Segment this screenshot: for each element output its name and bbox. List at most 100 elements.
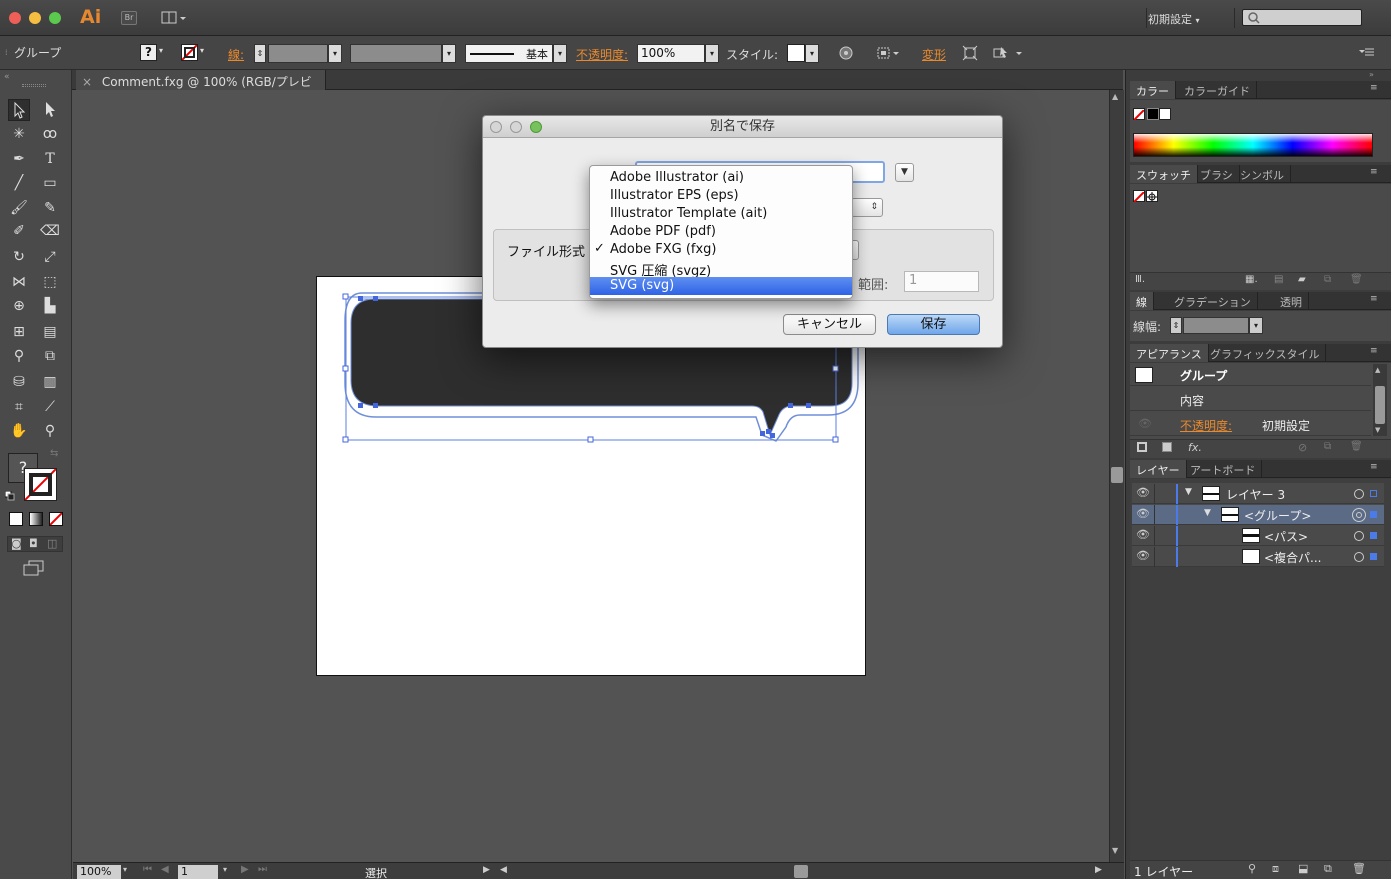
pencil-tool[interactable]: ✎	[39, 197, 61, 219]
tab-symbols[interactable]: シンボル	[1234, 165, 1291, 183]
status-menu-arrow[interactable]: ▶	[483, 865, 490, 875]
format-option-ai[interactable]: Adobe Illustrator (ai)	[590, 169, 852, 187]
last-artboard-button[interactable]: ⏭	[258, 864, 267, 875]
isolate-group-button[interactable]	[962, 45, 980, 64]
zoom-dropdown[interactable]: ▾	[123, 865, 127, 874]
target-circle-icon[interactable]	[1354, 531, 1364, 541]
stroke-weight-stepper[interactable]: ⇕	[254, 44, 266, 63]
format-option-pdf[interactable]: Adobe PDF (pdf)	[590, 223, 852, 241]
delete-item-icon[interactable]: 🗑	[1350, 441, 1363, 452]
width-tool[interactable]: ⋈	[8, 271, 30, 293]
file-format-menu[interactable]: Adobe Illustrator (ai) Illustrator EPS (…	[589, 165, 853, 299]
appearance-scroll-thumb[interactable]	[1375, 386, 1385, 424]
arrange-documents-button[interactable]	[160, 9, 188, 27]
swap-fill-stroke-icon[interactable]: ⇆	[50, 448, 58, 459]
graphic-style-swatch[interactable]	[787, 44, 805, 62]
slice-tool[interactable]: ⟋	[39, 396, 61, 418]
stroke-weight-stepper-panel[interactable]: ⇕	[1170, 317, 1182, 334]
swatch-libraries-icon[interactable]: Ⅲ.	[1135, 274, 1145, 285]
visibility-eye-icon[interactable]: 👁	[1136, 528, 1150, 541]
tab-color-guide[interactable]: カラーガイド	[1178, 81, 1257, 99]
recolor-artwork-button[interactable]	[838, 45, 854, 64]
stroke-weight-panel-dropdown[interactable]: ▾	[1249, 317, 1263, 334]
layer-name[interactable]: <複合パ...	[1264, 549, 1322, 566]
drawing-modes[interactable]: ◙ ◘ ◫	[7, 536, 63, 552]
paintbrush-tool[interactable]: 🖌	[8, 197, 30, 219]
layer-name[interactable]: レイヤー 3	[1226, 486, 1285, 503]
vertical-scrollbar[interactable]: ▲ ▼	[1109, 90, 1124, 863]
rectangle-tool[interactable]: ▭	[39, 172, 61, 194]
variable-width-dropdown[interactable]: ▾	[442, 44, 456, 63]
collapse-panels-button[interactable]: »	[1125, 70, 1391, 80]
symbol-sprayer-tool[interactable]: ⛁	[8, 371, 30, 393]
color-none-swatch[interactable]	[1133, 108, 1145, 121]
swatch-registration[interactable]	[1146, 190, 1158, 202]
dialog-zoom-button[interactable]	[530, 121, 542, 133]
graphic-style-dropdown[interactable]: ▾	[805, 44, 819, 63]
opacity-dropdown[interactable]: ▾	[705, 44, 719, 63]
gradient-mode-button[interactable]	[29, 512, 43, 526]
eraser-tool[interactable]: ⌫	[39, 220, 61, 242]
target-circle-icon[interactable]	[1354, 552, 1364, 562]
scroll-right-arrow[interactable]: ▶	[1095, 865, 1102, 875]
selection-indicator[interactable]	[1370, 532, 1377, 539]
scroll-down-arrow[interactable]: ▼	[1112, 846, 1118, 855]
draw-inside-icon[interactable]: ◫	[47, 537, 57, 550]
color-mode-button[interactable]	[9, 512, 23, 526]
transform-label[interactable]: 変形	[922, 46, 946, 63]
tab-swatches[interactable]: スウォッチ	[1130, 165, 1198, 183]
mesh-tool[interactable]: ⊞	[8, 321, 30, 343]
appearance-opacity-row[interactable]: 👁 不透明度: 初期設定	[1130, 412, 1371, 436]
tab-gradient[interactable]: グラデーション	[1168, 292, 1258, 310]
collapse-triangle-icon[interactable]: ▼	[1185, 487, 1192, 497]
appearance-panel-menu-icon[interactable]: ≡	[1370, 346, 1378, 356]
tab-stroke[interactable]: 線	[1130, 292, 1154, 310]
expand-dialog-button[interactable]: ▼	[895, 163, 914, 182]
tab-color[interactable]: カラー	[1130, 81, 1176, 99]
color-panel-menu-icon[interactable]: ≡	[1370, 83, 1378, 93]
eyedropper-tool[interactable]: ⚲	[8, 345, 30, 367]
cancel-button[interactable]: キャンセル	[783, 314, 876, 335]
close-tab-icon[interactable]: ×	[82, 75, 92, 89]
rotate-tool[interactable]: ↻	[8, 246, 30, 268]
layer-row-selected[interactable]: 👁 ▼ <グループ>	[1132, 505, 1384, 525]
workspace-switcher[interactable]: 初期設定 ▾	[1148, 11, 1200, 27]
stroke-panel-menu-icon[interactable]: ≡	[1370, 294, 1378, 304]
make-clipping-mask-icon[interactable]: ⧈	[1272, 862, 1279, 876]
type-tool[interactable]: T	[39, 148, 61, 170]
artboard-number-field[interactable]: 1	[178, 865, 218, 879]
tab-layers[interactable]: レイヤー	[1130, 460, 1187, 478]
shape-builder-tool[interactable]: ⊕	[8, 295, 30, 317]
brush-definition-field[interactable]: 基本	[465, 44, 553, 63]
gradient-tool[interactable]: ▤	[39, 321, 61, 343]
select-similar-button[interactable]	[992, 45, 1024, 64]
delete-layer-icon[interactable]: 🗑	[1352, 862, 1366, 875]
align-options-button[interactable]	[876, 45, 902, 64]
stroke-weight-dropdown[interactable]: ▾	[328, 44, 342, 63]
appearance-group-row[interactable]: グループ	[1130, 364, 1371, 386]
color-spectrum-bar[interactable]	[1133, 133, 1373, 157]
minimize-window-button[interactable]	[29, 12, 41, 24]
selection-indicator[interactable]	[1370, 511, 1377, 518]
tab-graphic-styles[interactable]: グラフィックスタイル	[1204, 344, 1327, 362]
hand-tool[interactable]: ✋	[8, 420, 30, 442]
layer-name[interactable]: <パス>	[1264, 528, 1308, 545]
swatch-options-icon[interactable]: ▤	[1274, 274, 1283, 285]
next-artboard-button[interactable]: ▶	[241, 864, 249, 875]
document-tab[interactable]: × Comment.fxg @ 100% (RGB/プレビュー)	[76, 70, 326, 106]
opacity-field[interactable]: 100%	[637, 44, 705, 63]
tab-transparency[interactable]: 透明	[1274, 292, 1309, 310]
fill-color-swatch[interactable]: ?	[140, 44, 157, 61]
help-search-input[interactable]	[1242, 9, 1362, 26]
stroke-weight-field[interactable]	[268, 44, 328, 63]
column-graph-tool[interactable]: ▥	[39, 371, 61, 393]
collapse-triangle-icon[interactable]: ▼	[1204, 508, 1211, 518]
stroke-weight-panel-field[interactable]	[1183, 317, 1249, 334]
format-option-fxg[interactable]: ✓ Adobe FXG (fxg)	[590, 241, 852, 259]
line-tool[interactable]: ╱	[8, 172, 30, 194]
selection-indicator[interactable]	[1370, 553, 1377, 560]
stroke-label[interactable]: 線:	[228, 46, 244, 63]
first-artboard-button[interactable]: ⏮	[143, 864, 152, 875]
visibility-eye-icon[interactable]: 👁	[1136, 486, 1150, 499]
locate-object-icon[interactable]: ⚲	[1248, 862, 1256, 875]
